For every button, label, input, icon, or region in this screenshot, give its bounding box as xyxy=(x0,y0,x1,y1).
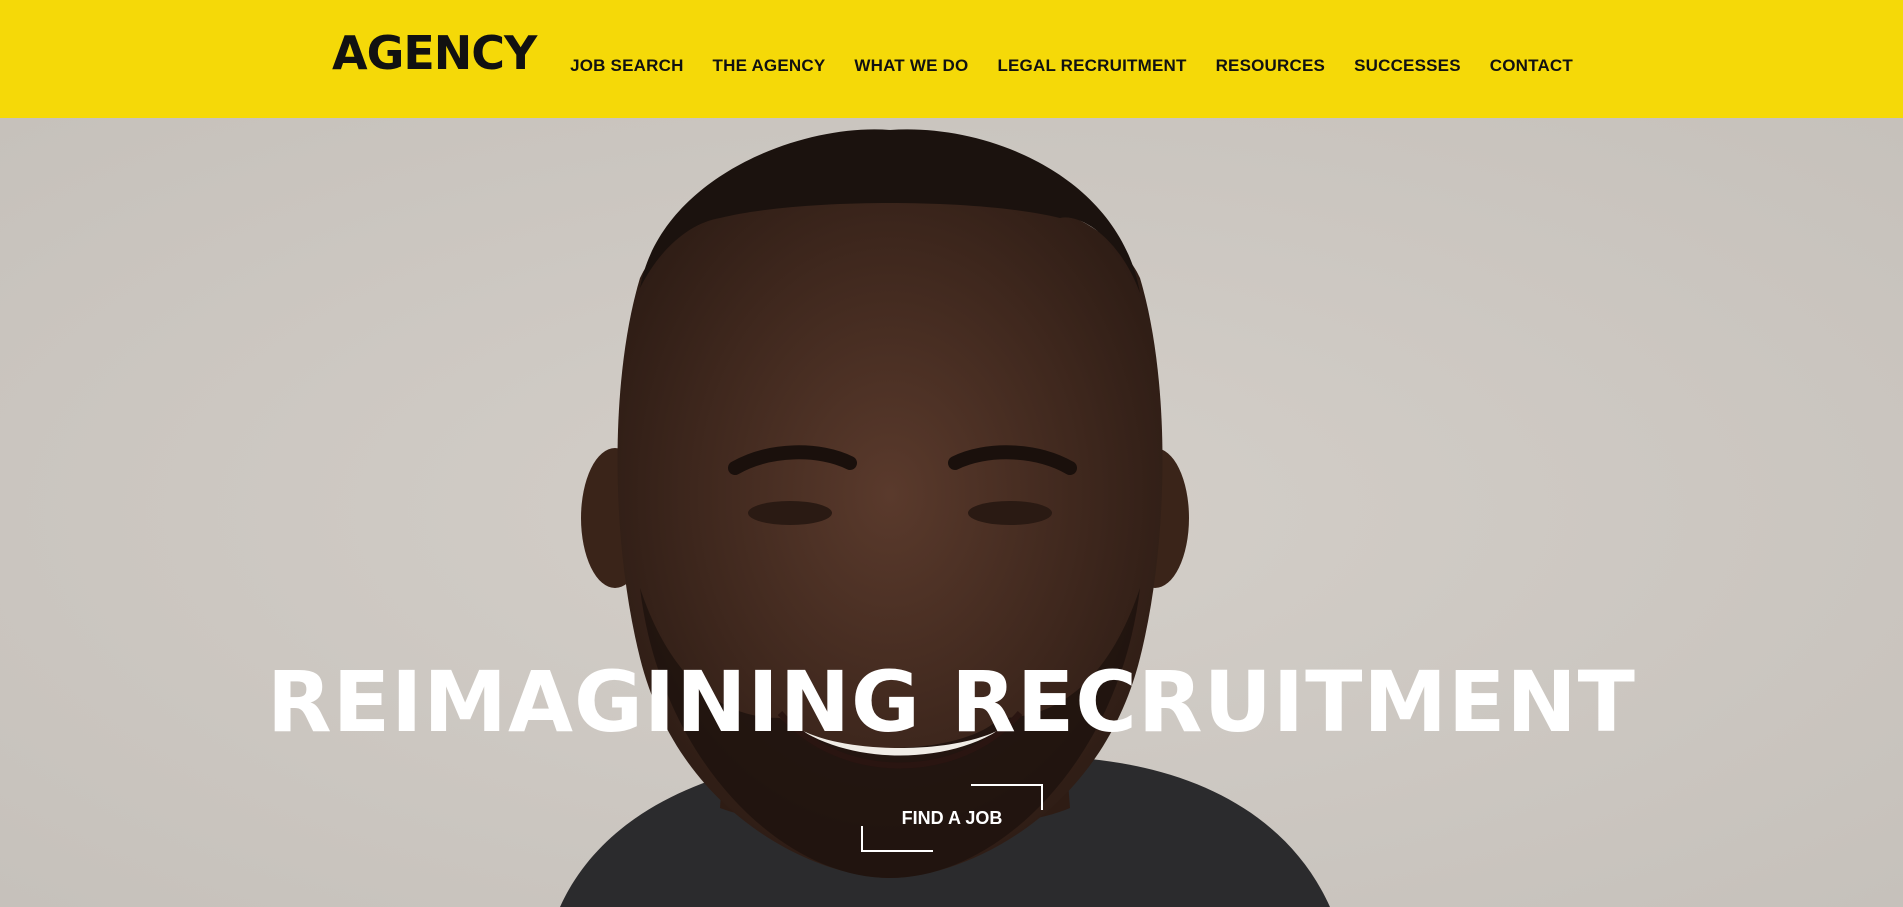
bracket-bottom-left xyxy=(861,826,933,852)
find-a-job-label: FIND A JOB xyxy=(901,808,1003,828)
nav-contact[interactable]: CONTACT xyxy=(1490,56,1573,76)
hero-section: REIMAGINING RECRUITMENT FIND A JOB xyxy=(0,118,1903,907)
site-header: AGENCY JOB SEARCH THE AGENCY WHAT WE DO … xyxy=(0,0,1903,118)
nav-successes[interactable]: SUCCESSES xyxy=(1354,56,1461,76)
nav-the-agency[interactable]: THE AGENCY xyxy=(713,56,826,76)
nav-resources[interactable]: RESOURCES xyxy=(1216,56,1326,76)
nav-legal-recruitment[interactable]: LEGAL RECRUITMENT xyxy=(997,56,1186,76)
agency-logo[interactable]: AGENCY xyxy=(332,30,537,76)
bracket-top-right xyxy=(971,784,1043,810)
nav-what-we-do[interactable]: WHAT WE DO xyxy=(854,56,968,76)
hero-headline: REIMAGINING RECRUITMENT xyxy=(267,653,1636,751)
nav-job-search[interactable]: JOB SEARCH xyxy=(570,56,683,76)
main-nav: JOB SEARCH THE AGENCY WHAT WE DO LEGAL R… xyxy=(570,56,1573,76)
find-a-job-button[interactable]: FIND A JOB xyxy=(861,784,1043,852)
